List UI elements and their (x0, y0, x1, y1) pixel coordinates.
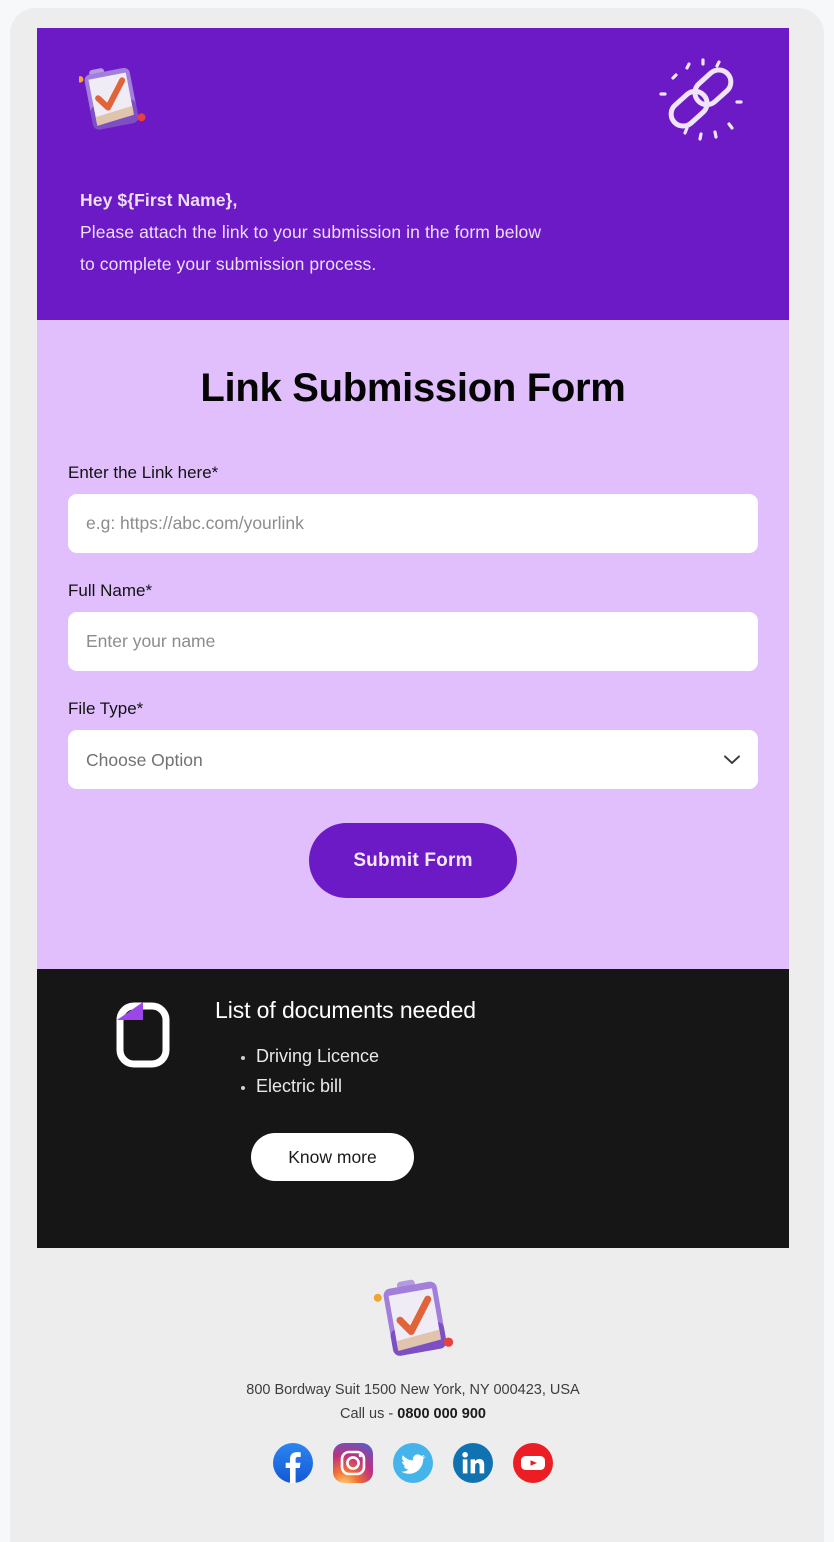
documents-heading: List of documents needed (215, 997, 476, 1023)
documents-list: Driving Licence Electric bill (215, 1041, 769, 1101)
list-item: Electric bill (256, 1071, 769, 1101)
file-type-field-label: File Type* (68, 699, 144, 718)
form-section: Link Submission Form Enter the Link here… (37, 320, 789, 969)
hero-greeting: Hey ${First Name}, (80, 190, 238, 210)
email-page: Hey ${First Name}, Please attach the lin… (0, 0, 834, 1542)
page-title: Link Submission Form (200, 366, 626, 410)
file-type-select[interactable]: Choose Option (68, 730, 758, 789)
clipboard-check-3d-icon (76, 56, 151, 136)
link-field-label: Enter the Link here* (68, 463, 219, 482)
clipboard-check-3d-icon (371, 1272, 455, 1366)
document-file-icon (113, 998, 173, 1070)
name-field-label: Full Name* (68, 581, 153, 600)
full-name-input[interactable] (68, 612, 758, 671)
hero-copy: Hey ${First Name}, Please attach the lin… (80, 184, 620, 280)
footer-phone-number: 0800 000 900 (397, 1406, 486, 1422)
footer-section: 800 Bordway Suit 1500 New York, NY 00042… (37, 1248, 789, 1542)
link-field-block: Enter the Link here* (68, 463, 758, 553)
footer-call-us: Call us - 0800 000 900 (37, 1402, 789, 1426)
file-type-select-wrap: Choose Option (68, 730, 758, 789)
twitter-icon[interactable] (393, 1443, 433, 1483)
linkedin-icon[interactable] (453, 1443, 493, 1483)
know-more-button[interactable]: Know more (251, 1133, 414, 1181)
instagram-icon[interactable] (333, 1443, 373, 1483)
hero-message-line-1: Please attach the link to your submissio… (80, 222, 542, 242)
file-type-field-block: File Type* Choose Option (68, 699, 758, 789)
list-item: Driving Licence (256, 1041, 769, 1071)
email-card: Hey ${First Name}, Please attach the lin… (10, 8, 824, 1542)
documents-body: List of documents needed Driving Licence… (215, 997, 769, 1181)
social-links-row (37, 1443, 789, 1483)
youtube-icon[interactable] (513, 1443, 553, 1483)
link-input[interactable] (68, 494, 758, 553)
footer-call-us-prefix: Call us - (340, 1406, 398, 1422)
name-field-block: Full Name* (68, 581, 758, 671)
hero-section: Hey ${First Name}, Please attach the lin… (37, 28, 789, 320)
footer-address: 800 Bordway Suit 1500 New York, NY 00042… (246, 1382, 580, 1398)
documents-section: List of documents needed Driving Licence… (37, 969, 789, 1248)
hero-message-line-2: to complete your submission process. (80, 254, 377, 274)
submit-form-button[interactable]: Submit Form (309, 823, 517, 898)
facebook-icon[interactable] (273, 1443, 313, 1483)
chain-link-icon (651, 50, 751, 146)
